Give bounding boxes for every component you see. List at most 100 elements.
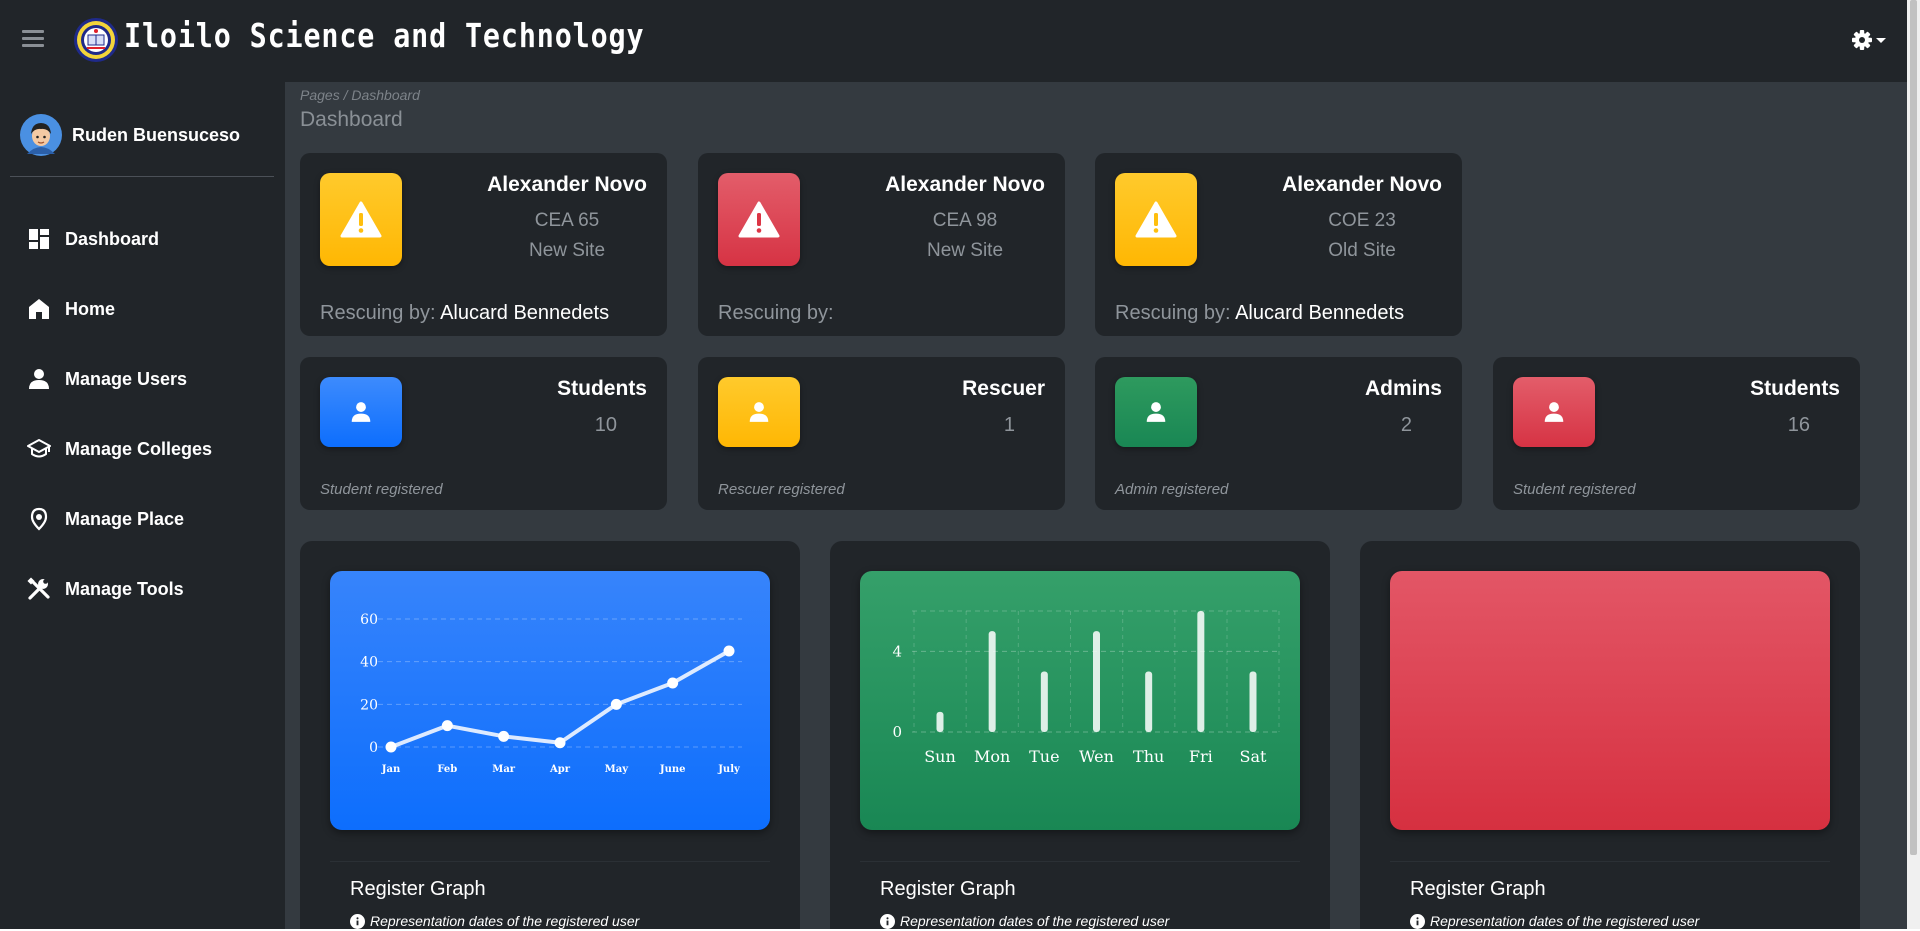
series-line xyxy=(389,649,731,749)
count-card-students[interactable]: Students 10 Student registered xyxy=(300,357,667,510)
x-tick-label: Apr xyxy=(549,764,571,775)
sidebar-item-manage-place[interactable]: Manage Place xyxy=(27,504,184,534)
x-tick-label: June xyxy=(659,764,686,775)
data-point xyxy=(667,677,679,689)
y-tick-label: 20 xyxy=(360,697,378,713)
user-icon xyxy=(1544,402,1564,422)
warning-icon xyxy=(1135,201,1177,237)
alert-location: CEA 98 xyxy=(932,210,998,231)
settings-dropdown[interactable] xyxy=(1852,28,1890,52)
user-icon xyxy=(29,369,49,389)
rescuing-label: Rescuing by: xyxy=(718,302,834,324)
sidebar-item-home[interactable]: Home xyxy=(27,294,115,324)
sidebar-item-dashboard[interactable]: Dashboard xyxy=(27,224,159,254)
alert-location: COE 23 xyxy=(1328,210,1396,231)
count-title: Rescuer xyxy=(962,377,1045,400)
count-card-admins[interactable]: Admins 2 Admin registered xyxy=(1095,357,1462,510)
top-navbar: Iloilo Science and Technology xyxy=(0,0,1907,82)
bar xyxy=(988,631,996,732)
bar xyxy=(1145,671,1153,732)
sidebar-item-label: Home xyxy=(65,298,116,319)
count-icon-box xyxy=(320,377,402,447)
app-title: Iloilo Science and Technology xyxy=(124,16,645,55)
graph-card: 0 4 Sun Mon Tue Wen Thu Fri Sat Register Graph R… xyxy=(830,541,1330,929)
info-icon xyxy=(1410,913,1425,929)
count-title: Admins xyxy=(1364,377,1442,400)
bar-chart: 0 4 Sun Mon Tue Wen Thu Fri Sat xyxy=(892,610,1280,766)
alert-student-name: Alexander Novo xyxy=(885,173,1045,196)
count-value: 2 xyxy=(1400,414,1412,436)
rescuer-name: Alucard Bennedets xyxy=(1235,302,1405,324)
caret-down-icon xyxy=(1876,38,1886,43)
data-point xyxy=(723,645,735,657)
graph-subtitle-text: Representation dates of the registered u… xyxy=(900,913,1170,929)
x-tick-label: Sat xyxy=(1240,747,1268,766)
alert-rescuing-by: Rescuing by: Alucard Bennedets xyxy=(320,302,609,325)
alert-card[interactable]: Alexander Novo CEA 65 New Site Rescuing … xyxy=(300,153,667,336)
alert-location: CEA 65 xyxy=(534,210,600,231)
home-icon xyxy=(29,299,49,319)
count-card-rescuer[interactable]: Rescuer 1 Rescuer registered xyxy=(698,357,1065,510)
graph-info: Register Graph Representation dates of t… xyxy=(860,861,1300,929)
graph-info: Register Graph Representation dates of t… xyxy=(1390,861,1830,929)
sidebar-item-label: Manage Tools xyxy=(65,578,184,599)
warning-icon xyxy=(738,201,780,237)
hamburger-icon[interactable] xyxy=(22,30,44,50)
empty-chart-panel xyxy=(1390,571,1830,830)
user-profile[interactable]: Ruden Buensuceso xyxy=(20,113,240,157)
info-icon xyxy=(350,913,365,929)
sidebar-item-label: Manage Users xyxy=(65,368,188,389)
count-icon-box xyxy=(1115,377,1197,447)
warning-icon xyxy=(340,201,382,237)
graph-title: Register Graph xyxy=(880,878,1016,900)
count-card-students-2[interactable]: Students 16 Student registered xyxy=(1493,357,1860,510)
data-point xyxy=(441,720,453,732)
alert-icon-box xyxy=(718,173,800,266)
sidebar-item-manage-tools[interactable]: Manage Tools xyxy=(27,574,184,604)
breadcrumb[interactable]: Pages / Dashboard xyxy=(300,87,420,103)
app-window: Iloilo Science and Technology Ruden Buen… xyxy=(0,0,1907,929)
scrollbar-thumb[interactable] xyxy=(1910,0,1917,855)
alert-student-name: Alexander Novo xyxy=(487,173,647,196)
graph-subtitle-text: Representation dates of the registered u… xyxy=(1430,913,1700,929)
y-tick-label: 0 xyxy=(369,740,378,756)
alert-site: Old Site xyxy=(1328,240,1396,261)
count-icon-box xyxy=(718,377,800,447)
x-tick-label: May xyxy=(605,764,630,775)
y-tick-label: 4 xyxy=(892,642,902,660)
rescuing-label: Rescuing by: xyxy=(320,302,436,324)
count-title: Students xyxy=(557,377,647,400)
dashboard-icon xyxy=(29,229,49,249)
sidebar-item-label: Dashboard xyxy=(65,228,160,249)
alert-card[interactable]: Alexander Novo CEA 98 New Site Rescuing … xyxy=(698,153,1065,336)
info-icon xyxy=(880,913,895,929)
alert-card[interactable]: Alexander Novo COE 23 Old Site Rescuing … xyxy=(1095,153,1462,336)
alert-icon-box xyxy=(320,173,402,266)
rescuing-label: Rescuing by: xyxy=(1115,302,1231,324)
alert-icon-box xyxy=(1115,173,1197,266)
sidebar-item-manage-users[interactable]: Manage Users xyxy=(27,364,187,394)
gear-icon xyxy=(1852,30,1886,50)
sidebar-item-label: Manage Place xyxy=(65,508,185,529)
graph-subtitle-text: Representation dates of the registered u… xyxy=(370,913,640,929)
sidebar-item-label: Manage Colleges xyxy=(65,438,213,459)
sidebar-item-manage-colleges[interactable]: Manage Colleges xyxy=(27,434,212,464)
x-tick-label: Fri xyxy=(1189,747,1213,766)
x-tick-label: Jan xyxy=(381,764,401,775)
graduation-cap-icon xyxy=(27,439,51,458)
count-footer: Admin registered xyxy=(1115,481,1229,498)
university-seal xyxy=(74,18,118,62)
count-value: 10 xyxy=(594,414,617,436)
alert-student-name: Alexander Novo xyxy=(1282,173,1442,196)
count-value: 1 xyxy=(1003,414,1015,436)
count-value: 16 xyxy=(1787,414,1810,436)
graph-subtitle: Representation dates of the registered u… xyxy=(350,913,639,929)
data-point xyxy=(498,730,510,742)
x-tick-label: Wen xyxy=(1079,747,1114,766)
alert-site: New Site xyxy=(528,240,606,261)
bar xyxy=(1197,611,1205,732)
page-scrollbar[interactable] xyxy=(1907,0,1920,929)
empty-chart xyxy=(1390,571,1830,830)
line-chart: 0 20 40 60 Jan Feb Mar Apr May June July xyxy=(360,612,742,775)
data-point xyxy=(385,741,397,753)
